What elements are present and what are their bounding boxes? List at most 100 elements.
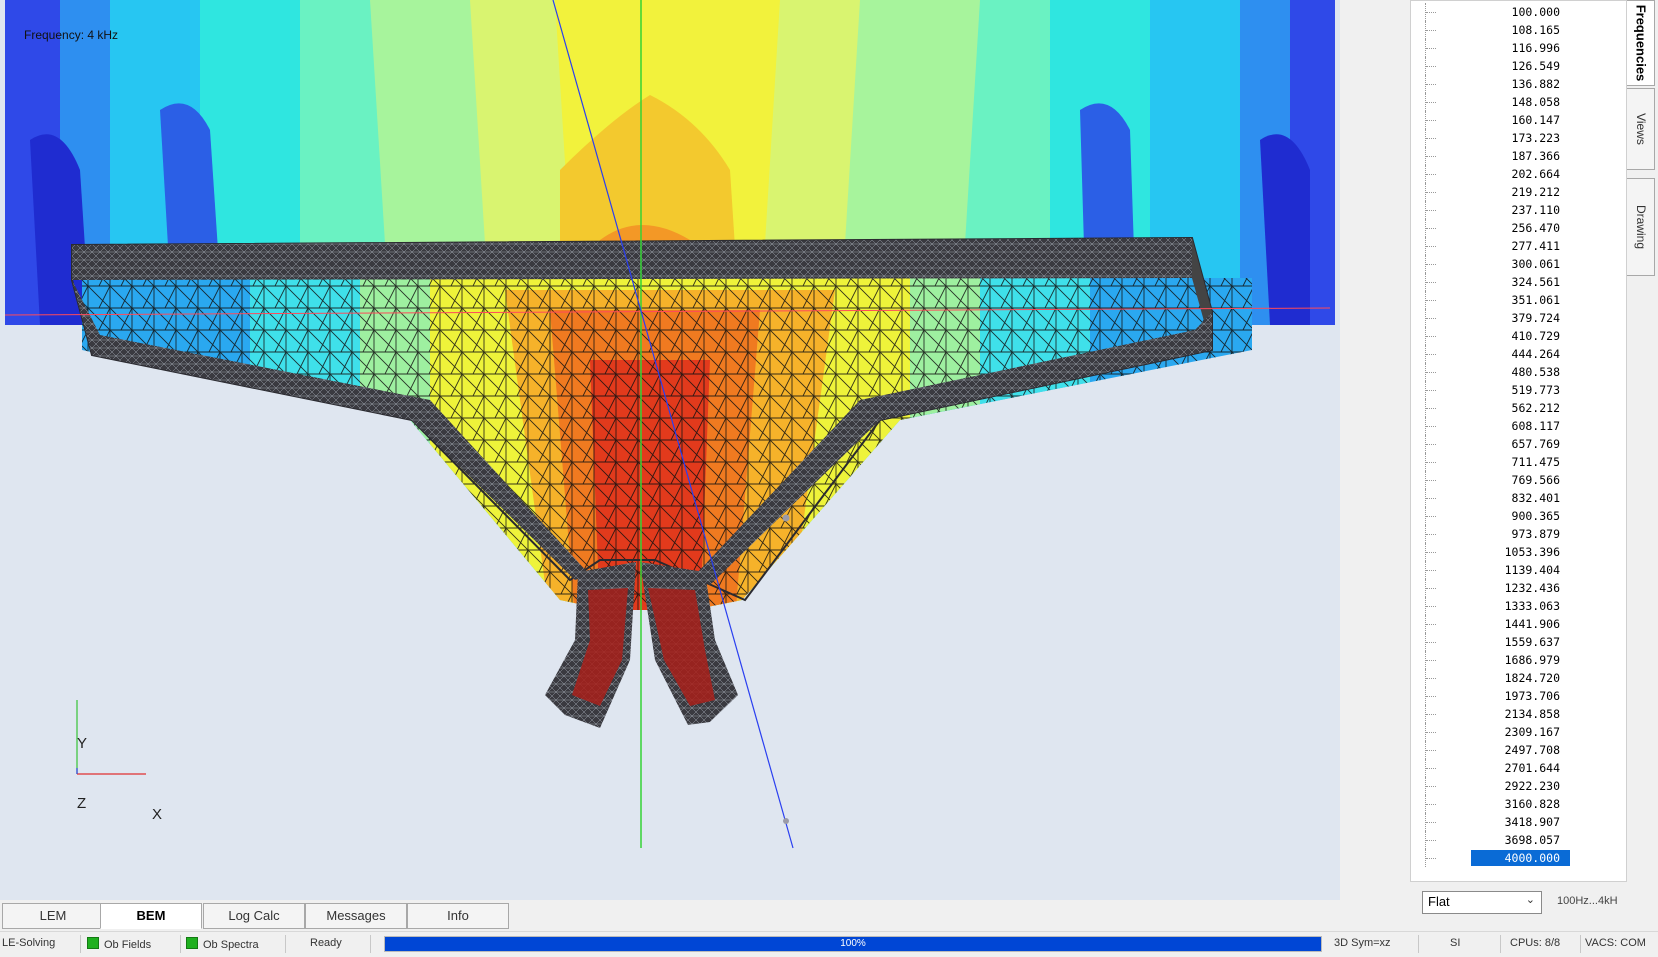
status-bar: LE-Solving Ob Fields Ob Spectra Ready 10… — [0, 931, 1658, 957]
list-item[interactable]: 237.110 — [1411, 201, 1626, 219]
list-item[interactable]: 1973.706 — [1411, 687, 1626, 705]
list-item[interactable]: 1686.979 — [1411, 651, 1626, 669]
list-item[interactable]: 2497.708 — [1411, 741, 1626, 759]
tree-branch — [1426, 426, 1436, 427]
list-item[interactable]: 173.223 — [1411, 129, 1626, 147]
list-item[interactable]: 562.212 — [1411, 399, 1626, 417]
list-item[interactable]: 657.769 — [1411, 435, 1626, 453]
list-item[interactable]: 608.117 — [1411, 417, 1626, 435]
tree-branch — [1426, 516, 1436, 517]
frequency-value: 202.664 — [1511, 167, 1560, 181]
list-item[interactable]: 148.058 — [1411, 93, 1626, 111]
frequency-value: 1333.063 — [1504, 599, 1560, 613]
list-item[interactable]: 1053.396 — [1411, 543, 1626, 561]
list-item[interactable]: 160.147 — [1411, 111, 1626, 129]
frequency-value: 1686.979 — [1504, 653, 1560, 667]
axis-z-label: Z — [77, 795, 87, 812]
list-item[interactable]: 256.470 — [1411, 219, 1626, 237]
tab-views[interactable]: Views — [1627, 88, 1655, 170]
status-units: SI — [1450, 937, 1461, 949]
tree-branch — [1426, 174, 1436, 175]
frequency-value: 769.566 — [1511, 473, 1560, 487]
list-item[interactable]: 1139.404 — [1411, 561, 1626, 579]
list-item[interactable]: 2701.644 — [1411, 759, 1626, 777]
frequency-value: 519.773 — [1511, 383, 1560, 397]
list-item[interactable]: 2309.167 — [1411, 723, 1626, 741]
list-item[interactable]: 351.061 — [1411, 291, 1626, 309]
side-tab-bar: Frequencies Views Drawing — [1627, 0, 1658, 320]
list-item[interactable]: 711.475 — [1411, 453, 1626, 471]
frequency-value: 480.538 — [1511, 365, 1560, 379]
list-item[interactable]: 444.264 — [1411, 345, 1626, 363]
frequency-value: 1232.436 — [1504, 581, 1560, 595]
list-item[interactable]: 1824.720 — [1411, 669, 1626, 687]
list-item[interactable]: 100.000 — [1411, 3, 1626, 21]
frequency-value: 3698.057 — [1504, 833, 1560, 847]
list-item[interactable]: 832.401 — [1411, 489, 1626, 507]
frequency-list[interactable]: 100.000 108.165 116.996 126.549 136.882 148.0… — [1411, 3, 1626, 867]
tree-branch — [1426, 498, 1436, 499]
weighting-select[interactable]: Flat ⌄ — [1422, 891, 1542, 914]
tab-messages[interactable]: Messages — [305, 903, 407, 929]
list-item[interactable]: 277.411 — [1411, 237, 1626, 255]
frequency-list-panel[interactable]: 100.000 108.165 116.996 126.549 136.882 148.0… — [1410, 0, 1627, 882]
frequency-value: 1053.396 — [1504, 545, 1560, 559]
list-item[interactable]: 410.729 — [1411, 327, 1626, 345]
list-item[interactable]: 2134.858 — [1411, 705, 1626, 723]
tab-lem[interactable]: LEM — [2, 903, 104, 929]
tab-bem[interactable]: BEM — [100, 903, 202, 929]
status-state: Ready — [310, 937, 342, 949]
list-item[interactable]: 1441.906 — [1411, 615, 1626, 633]
list-item[interactable]: 769.566 — [1411, 471, 1626, 489]
list-item[interactable]: 202.664 — [1411, 165, 1626, 183]
tree-branch — [1426, 858, 1436, 859]
list-item[interactable]: 4000.000 — [1411, 849, 1626, 867]
bem-3d-viewport[interactable]: Frequency: 4 kHz Y Z X — [0, 0, 1340, 900]
tab-info[interactable]: Info — [407, 903, 509, 929]
frequency-value: 126.549 — [1511, 59, 1560, 73]
list-item[interactable]: 1559.637 — [1411, 633, 1626, 651]
frequency-value: 351.061 — [1511, 293, 1560, 307]
frequency-value: 324.561 — [1511, 275, 1560, 289]
tree-branch — [1426, 570, 1436, 571]
list-item[interactable]: 1232.436 — [1411, 579, 1626, 597]
frequency-value: 116.996 — [1511, 41, 1560, 55]
tab-drawing[interactable]: Drawing — [1627, 178, 1655, 276]
list-item[interactable]: 219.212 — [1411, 183, 1626, 201]
list-item[interactable]: 1333.063 — [1411, 597, 1626, 615]
list-item[interactable]: 108.165 — [1411, 21, 1626, 39]
list-item[interactable]: 3418.907 — [1411, 813, 1626, 831]
status-ob-spectra: Ob Spectra — [186, 937, 259, 951]
list-item[interactable]: 3698.057 — [1411, 831, 1626, 849]
frequency-value: 2497.708 — [1504, 743, 1560, 757]
tab-frequencies[interactable]: Frequencies — [1627, 0, 1655, 86]
list-item[interactable]: 116.996 — [1411, 39, 1626, 57]
list-item[interactable]: 973.879 — [1411, 525, 1626, 543]
tree-branch — [1426, 156, 1436, 157]
list-item[interactable]: 187.366 — [1411, 147, 1626, 165]
frequency-value: 2309.167 — [1504, 725, 1560, 739]
list-item[interactable]: 126.549 — [1411, 57, 1626, 75]
frequency-value: 219.212 — [1511, 185, 1560, 199]
list-item[interactable]: 324.561 — [1411, 273, 1626, 291]
tree-branch — [1426, 696, 1436, 697]
tree-branch — [1426, 210, 1436, 211]
tree-branch — [1426, 822, 1436, 823]
frequency-range-label: 100Hz...4kH — [1557, 895, 1618, 907]
tab-log-calc[interactable]: Log Calc — [203, 903, 305, 929]
list-item[interactable]: 2922.230 — [1411, 777, 1626, 795]
frequency-value: 1559.637 — [1504, 635, 1560, 649]
tree-branch — [1426, 444, 1436, 445]
frequency-value: 2134.858 — [1504, 707, 1560, 721]
status-le-solving: LE-Solving — [2, 937, 55, 949]
tree-branch — [1426, 534, 1436, 535]
tab-drawing-label: Drawing — [1633, 204, 1648, 250]
baffle-top — [72, 238, 1192, 280]
list-item[interactable]: 480.538 — [1411, 363, 1626, 381]
list-item[interactable]: 136.882 — [1411, 75, 1626, 93]
list-item[interactable]: 379.724 — [1411, 309, 1626, 327]
list-item[interactable]: 3160.828 — [1411, 795, 1626, 813]
list-item[interactable]: 519.773 — [1411, 381, 1626, 399]
list-item[interactable]: 900.365 — [1411, 507, 1626, 525]
list-item[interactable]: 300.061 — [1411, 255, 1626, 273]
